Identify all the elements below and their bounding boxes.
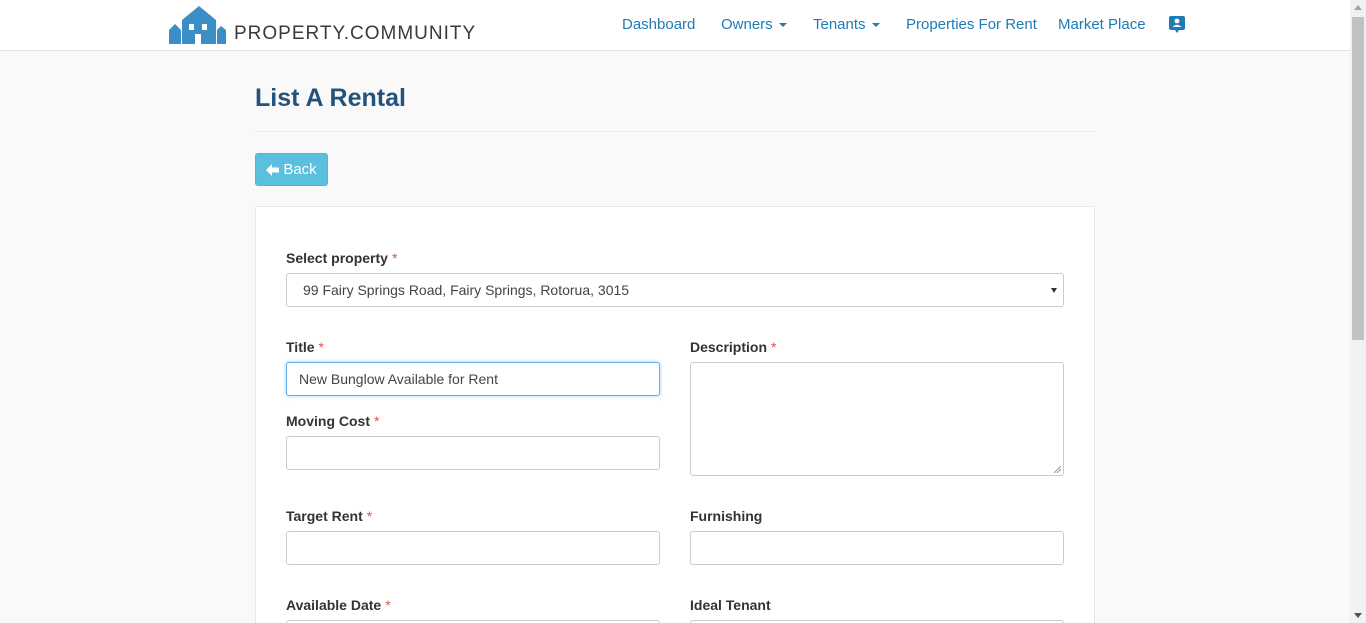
title-input-value: New Bunglow Available for Rent [299, 371, 498, 387]
target-rent-label: Target Rent * [286, 508, 372, 524]
brand-logo[interactable]: PROPERTY.COMMUNITY [169, 4, 476, 44]
ideal-tenant-label-text: Ideal Tenant [690, 597, 771, 613]
required-mark: * [366, 508, 373, 524]
nav-market-place-label: Market Place [1058, 16, 1146, 33]
nav-owners-label: Owners [721, 16, 773, 33]
ideal-tenant-label: Ideal Tenant [690, 597, 771, 613]
nav-owners[interactable]: Owners [721, 16, 787, 33]
caret-down-icon [871, 23, 880, 28]
property-select-value: 99 Fairy Springs Road, Fairy Springs, Ro… [303, 282, 630, 298]
page-scrollbar[interactable] [1350, 0, 1366, 623]
description-label: Description * [690, 339, 776, 355]
page-title: List A Rental [255, 84, 406, 112]
furnishing-label: Furnishing [690, 508, 762, 524]
caret-down-icon [778, 23, 787, 28]
target-rent-input[interactable] [286, 531, 660, 565]
required-mark: * [318, 339, 324, 355]
dropdown-arrow-icon [1051, 288, 1057, 293]
required-mark: * [391, 250, 398, 266]
nav-properties-for-rent[interactable]: Properties For Rent [906, 16, 1037, 33]
property-label: Select property * [286, 250, 397, 266]
moving-cost-label: Moving Cost * [286, 413, 379, 429]
required-mark: * [385, 597, 391, 613]
title-label-text: Title [286, 339, 315, 355]
required-mark: * [374, 413, 380, 429]
scroll-thumb[interactable] [1352, 17, 1364, 340]
rental-form-panel: Select property * 99 Fairy Springs Road, … [255, 206, 1095, 623]
moving-cost-label-text: Moving Cost [286, 413, 370, 429]
description-textarea[interactable] [690, 362, 1064, 476]
scroll-down-arrow-icon[interactable] [1354, 613, 1362, 618]
property-select[interactable]: 99 Fairy Springs Road, Fairy Springs, Ro… [286, 273, 1064, 307]
back-button[interactable]: Back [255, 153, 328, 186]
moving-cost-input[interactable] [286, 436, 660, 470]
furnishing-input[interactable] [690, 531, 1064, 565]
furnishing-label-text: Furnishing [690, 508, 763, 524]
contact-card-icon[interactable] [1169, 16, 1185, 33]
back-button-label: Back [283, 161, 317, 178]
property-label-text: Select property [286, 250, 388, 266]
house-logo-icon [169, 6, 226, 44]
scroll-up-arrow-icon[interactable] [1354, 5, 1362, 10]
nav-market-place[interactable]: Market Place [1058, 16, 1146, 33]
top-navbar: PROPERTY.COMMUNITY Dashboard Owners Tena… [0, 0, 1350, 51]
description-label-text: Description [690, 339, 768, 355]
title-divider [255, 131, 1095, 132]
title-label: Title * [286, 339, 324, 355]
nav-properties-for-rent-label: Properties For Rent [906, 16, 1037, 33]
required-mark: * [771, 339, 777, 355]
arrow-left-icon [266, 163, 280, 176]
brand-name: PROPERTY.COMMUNITY [234, 23, 477, 44]
nav-dashboard-label: Dashboard [622, 16, 696, 33]
target-rent-label-text: Target Rent [286, 508, 363, 524]
resize-grip-icon[interactable] [1053, 465, 1061, 473]
title-input[interactable]: New Bunglow Available for Rent [286, 362, 660, 396]
available-date-label-text: Available Date [286, 597, 382, 613]
nav-tenants-label: Tenants [813, 16, 866, 33]
nav-dashboard[interactable]: Dashboard [622, 16, 695, 33]
available-date-label: Available Date * [286, 597, 391, 613]
nav-tenants[interactable]: Tenants [813, 16, 880, 33]
